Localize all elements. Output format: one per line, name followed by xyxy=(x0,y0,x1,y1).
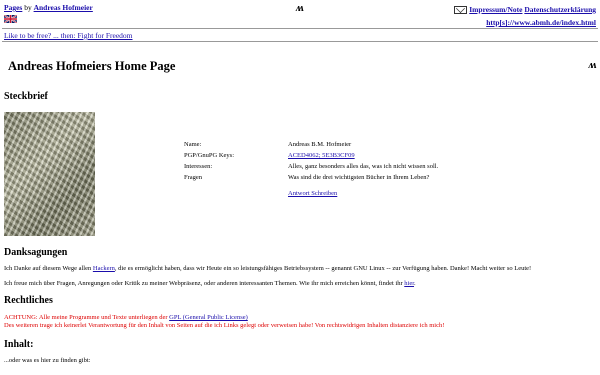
table-row: Fragen Was sind die drei wichtigsten Büc… xyxy=(184,174,438,185)
hackers-link[interactable]: Hackern xyxy=(93,265,115,272)
danksagungen-heading: Danksagungen xyxy=(4,247,68,258)
profile-table: Name: Andreas B.M. Hofmeier PGP/GnuPG Ke… xyxy=(184,141,438,185)
freedom-link[interactable]: Like to be free? ... then: Fight for Fre… xyxy=(4,31,133,40)
impressum-link[interactable]: Impressum/Note xyxy=(469,5,522,14)
row-key: Interessen: xyxy=(184,163,213,170)
by-text: by xyxy=(22,3,34,12)
page-title: Andreas Hofmeiers Home Page xyxy=(8,59,176,73)
text: , die es ermöglicht haben, dass wir Heut… xyxy=(114,265,532,272)
pages-by-author: Pages by Andreas Hofmeier xyxy=(4,3,93,12)
table-row: Name: Andreas B.M. Hofmeier xyxy=(184,141,438,152)
table-row: PGP/GnuPG Keys: ACED4062; 5E3B3CF09 xyxy=(184,152,438,163)
site-logo-icon: ᴧᴧ xyxy=(296,3,303,14)
profile-photo xyxy=(4,112,95,236)
text: ACHTUNG: Alle meine Programme und Texte … xyxy=(4,314,170,321)
top-navigation-bar: Pages by Andreas Hofmeier ᴧᴧ Impressum/N… xyxy=(4,3,596,28)
mail-icon[interactable] xyxy=(454,6,468,15)
row-key: Fragen xyxy=(184,174,203,181)
gpl-notice: ACHTUNG: Alle meine Programme und Texte … xyxy=(4,314,248,321)
row-key: Name: xyxy=(184,141,202,148)
disclaimer: Des weiteren trage ich keinerlei Verantw… xyxy=(4,322,445,329)
rechtliches-heading: Rechtliches xyxy=(4,295,53,306)
url-link[interactable]: http[s]://www.abmh.de/index.html xyxy=(486,18,596,27)
row-value: Alles, ganz besonders alles das, was ich… xyxy=(288,163,439,170)
divider xyxy=(2,28,598,29)
inhalt-intro: ...oder was es hier zu finden gibt: xyxy=(4,357,91,364)
pages-link[interactable]: Pages xyxy=(4,3,22,12)
site-logo-icon: ᴧᴧ xyxy=(588,60,596,71)
text: Ich freue mich über Fragen, Anregungen o… xyxy=(4,280,405,287)
contact-link[interactable]: hier xyxy=(404,280,414,287)
row-key: PGP/GnuPG Keys: xyxy=(184,152,235,159)
datenschutz-link[interactable]: Datenschutzerklärung xyxy=(524,5,596,14)
text: . xyxy=(414,280,416,287)
pgp-keys-link[interactable]: ACED4062; 5E3B3CF09 xyxy=(288,152,355,159)
author-link[interactable]: Andreas Hofmeier xyxy=(34,3,93,12)
steckbrief-heading: Steckbrief xyxy=(4,91,48,102)
uk-flag-icon[interactable] xyxy=(4,15,17,23)
table-row: Interessen: Alles, ganz besonders alles … xyxy=(184,163,438,174)
row-value: Andreas B.M. Hofmeier xyxy=(288,141,352,148)
top-right-links: Impressum/Note Datenschutzerklärung http… xyxy=(454,3,596,29)
text: Ich Danke auf diesem Wege allen xyxy=(4,265,93,272)
thanks-paragraph: Ich Danke auf diesem Wege allen Hackern,… xyxy=(4,265,531,272)
row-value: Was sind die drei wichtigsten Bücher in … xyxy=(288,174,430,181)
gpl-link[interactable]: GPL (General Public License) xyxy=(169,314,248,321)
answer-link[interactable]: Antwort Schreiben xyxy=(288,190,337,197)
inhalt-heading: Inhalt: xyxy=(4,339,34,350)
contact-paragraph: Ich freue mich über Fragen, Anregungen o… xyxy=(4,280,416,287)
divider xyxy=(2,41,598,42)
